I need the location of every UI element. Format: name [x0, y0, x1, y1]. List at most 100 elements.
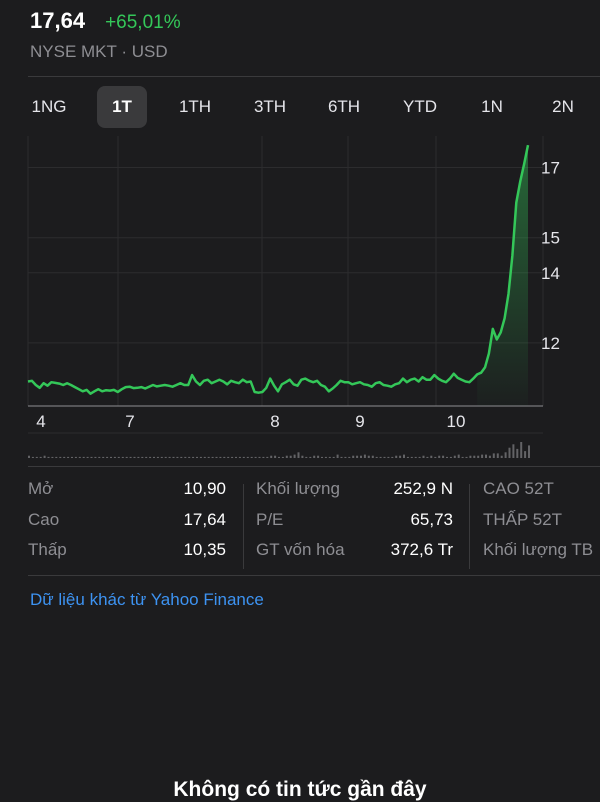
volume-bar — [430, 455, 433, 458]
volume-bar — [121, 456, 124, 458]
volume-bar — [453, 455, 456, 458]
stat-label: P/E — [256, 509, 284, 529]
stat-pe: P/E 65,73 — [256, 505, 453, 536]
stat-open: Mở 10,90 — [28, 474, 226, 505]
price-line — [27, 144, 530, 395]
stat-52w-high: CAO 52T — [483, 474, 600, 505]
volume-bar — [469, 455, 472, 458]
volume-bar — [367, 455, 370, 458]
tab-1t[interactable]: 1T — [97, 86, 147, 128]
volume-bar — [133, 456, 136, 458]
x-tick-label: 10 — [447, 412, 466, 431]
volume-bar — [180, 456, 183, 458]
volume-bar — [141, 456, 144, 458]
volume-bar — [110, 456, 112, 458]
volume-bar — [28, 455, 30, 458]
tab-1n[interactable]: 1N — [470, 86, 514, 128]
volume-bar — [324, 456, 327, 458]
volume-bar — [86, 456, 89, 458]
volume-bar — [399, 455, 402, 458]
volume-bar — [207, 456, 210, 458]
stat-value: 65,73 — [410, 509, 453, 529]
volume-bar — [289, 455, 292, 458]
volume-bar — [465, 456, 468, 458]
volume-bar — [461, 456, 464, 458]
tab-1ng[interactable]: 1NG — [20, 86, 78, 128]
volume-bar — [78, 456, 81, 458]
volume-bar — [258, 456, 261, 458]
stats-column-2: Khối lượng 252,9 N P/E 65,73 GT vốn hóa … — [256, 474, 453, 566]
tab-3th[interactable]: 3TH — [242, 86, 298, 128]
volume-bar — [172, 456, 175, 458]
volume-bar — [31, 456, 34, 458]
volume-bar — [223, 456, 226, 458]
volume-bar — [199, 456, 202, 458]
volume-bar — [67, 456, 70, 458]
volume-bar — [301, 455, 304, 458]
volume-bars — [28, 442, 530, 458]
stat-value: 372,6 Tr — [390, 540, 453, 559]
volume-bar — [281, 456, 284, 458]
volume-bar — [102, 456, 105, 458]
volume-bar — [410, 456, 413, 458]
volume-bar — [285, 455, 288, 458]
volume-bar — [363, 454, 366, 458]
x-tick-label: 4 — [36, 412, 45, 431]
volume-bar — [418, 456, 421, 458]
volume-bar — [145, 456, 148, 458]
news-heading: Không có tin tức gần đây — [173, 778, 427, 801]
volume-bar — [262, 456, 265, 458]
volume-bar — [278, 456, 280, 458]
yahoo-finance-link[interactable]: Dữ liệu khác từ Yahoo Finance — [30, 590, 264, 610]
volume-bar — [504, 452, 507, 458]
volume-bar — [379, 456, 382, 458]
volume-bar — [176, 456, 179, 458]
volume-bar — [270, 455, 273, 458]
stat-value: 10,90 — [183, 479, 226, 498]
volume-bar — [406, 456, 409, 458]
exchange-currency: NYSE MKT · USD — [30, 42, 168, 61]
volume-bar — [106, 456, 109, 458]
volume-bar — [238, 456, 241, 458]
volume-bar — [39, 456, 42, 458]
volume-bar — [274, 455, 277, 458]
volume-bar — [426, 456, 429, 458]
volume-bar — [508, 447, 511, 458]
volume-bar — [137, 456, 140, 458]
stat-market-cap: GT vốn hóa 372,6 Tr — [256, 535, 453, 566]
tab-1th[interactable]: 1TH — [168, 86, 222, 128]
y-tick-label: 17 — [541, 159, 560, 178]
volume-bar — [348, 456, 351, 458]
tab-ytd[interactable]: YTD — [392, 86, 448, 128]
y-tick-label: 15 — [541, 229, 560, 248]
volume-bar — [71, 456, 73, 458]
volume-bar — [82, 456, 85, 458]
tab-6th[interactable]: 6TH — [316, 86, 372, 128]
chart-grid — [27, 136, 544, 406]
volume-bar — [360, 455, 362, 458]
volume-bar — [231, 456, 234, 458]
volume-bar — [321, 456, 323, 458]
volume-bar — [344, 456, 347, 458]
volume-bar — [375, 456, 378, 458]
price-chart[interactable]: 17 15 14 12 4 7 8 9 10 — [0, 136, 600, 466]
volume-bar — [113, 456, 116, 458]
x-axis-ticks: 4 7 8 9 10 — [36, 412, 465, 431]
volume-bar — [528, 445, 530, 458]
volume-bar — [149, 456, 152, 458]
volume-bar — [153, 456, 155, 458]
volume-bar — [242, 456, 245, 458]
volume-bar — [156, 456, 159, 458]
stats-separator — [469, 484, 470, 569]
volume-bar — [387, 456, 390, 458]
chart-divider — [28, 466, 600, 467]
stat-low: Thấp 10,35 — [28, 535, 226, 566]
x-tick-label: 7 — [125, 412, 134, 431]
stat-value: 10,35 — [183, 540, 226, 559]
volume-bar — [35, 456, 38, 458]
volume-bar — [235, 456, 237, 458]
volume-bar — [524, 451, 527, 458]
volume-bar — [414, 456, 417, 458]
tab-2n[interactable]: 2N — [540, 86, 586, 128]
volume-bar — [184, 456, 187, 458]
